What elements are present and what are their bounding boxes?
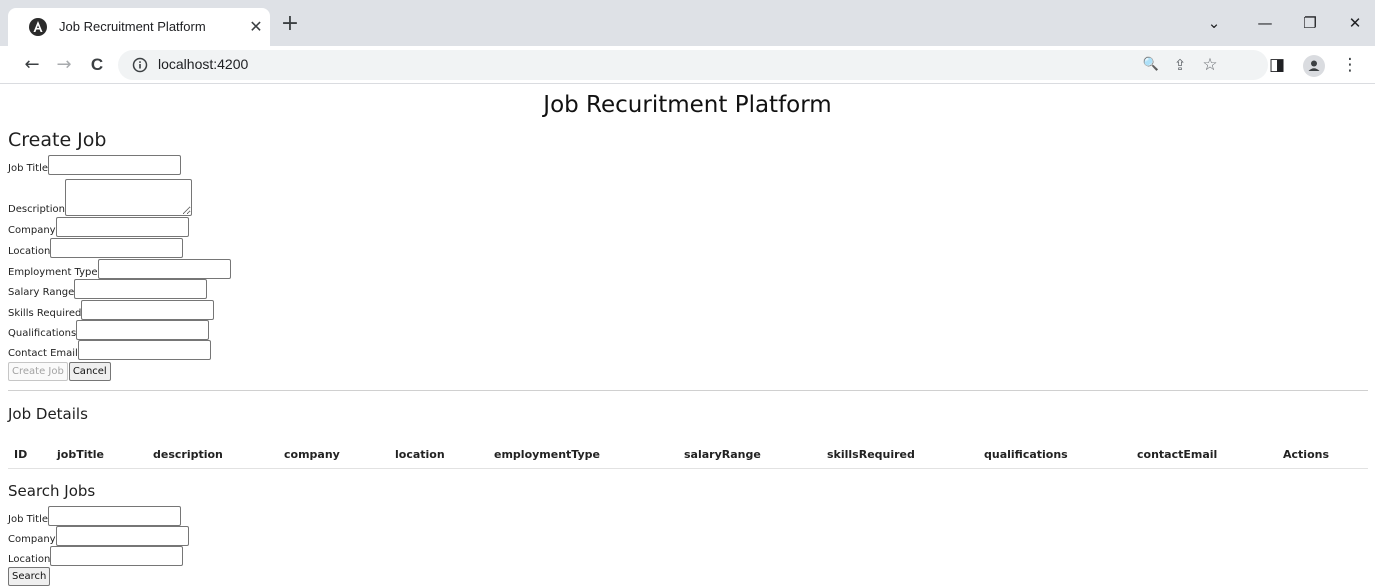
description-row: Description <box>8 175 192 216</box>
salary-range-input[interactable] <box>74 279 208 299</box>
search-company-input[interactable] <box>55 526 189 546</box>
zoom-icon[interactable]: 🔍 <box>1141 55 1161 75</box>
person-icon <box>1308 60 1320 71</box>
column-header-company: company <box>284 448 340 461</box>
search-location-label: Location <box>8 554 51 565</box>
tab-search-icon[interactable]: ⌄ <box>1202 12 1226 34</box>
angular-icon <box>29 18 47 36</box>
column-header-contactemail: contactEmail <box>1137 448 1218 461</box>
column-header-salaryrange: salaryRange <box>684 448 761 461</box>
create-job-button[interactable]: Create Job <box>8 362 68 381</box>
address-bar[interactable]: localhost:4200 <box>118 50 1268 80</box>
column-header-qualifications: qualifications <box>984 448 1068 461</box>
column-header-jobtitle: jobTitle <box>57 448 104 461</box>
contact-email-label: Contact Email <box>8 348 78 359</box>
search-location-input[interactable] <box>50 546 184 566</box>
location-input[interactable] <box>50 238 184 258</box>
location-row: Location <box>8 238 184 258</box>
search-company-label: Company <box>8 534 56 545</box>
url-text: localhost:4200 <box>158 56 249 72</box>
new-tab-button[interactable]: + <box>279 13 301 35</box>
company-row: Company <box>8 217 189 237</box>
tab-close-icon[interactable]: ✕ <box>246 17 266 37</box>
contact-email-input[interactable] <box>77 340 211 360</box>
contact-email-row: Contact Email <box>8 340 211 360</box>
skills-required-label: Skills Required <box>8 308 82 319</box>
column-header-location: location <box>395 448 445 461</box>
share-icon[interactable]: ⇪ <box>1170 55 1190 75</box>
company-input[interactable] <box>55 217 189 237</box>
qualifications-label: Qualifications <box>8 328 77 339</box>
profile-avatar-icon[interactable] <box>1303 55 1325 77</box>
browser-menu-icon[interactable]: ⋮ <box>1340 55 1360 75</box>
page-content: Job Recuritment Platform Create Job Job … <box>0 85 1375 586</box>
salary-range-row: Salary Range <box>8 279 208 299</box>
forward-icon[interactable]: → <box>52 53 76 77</box>
job-title-row: Job Title <box>8 155 182 175</box>
page-title: Job Recuritment Platform <box>543 92 832 118</box>
search-jobs-heading: Search Jobs <box>8 482 96 500</box>
search-job-title-label: Job Title <box>8 514 49 525</box>
create-job-heading: Create Job <box>8 129 107 151</box>
search-button[interactable]: Search <box>8 567 51 586</box>
location-label: Location <box>8 246 51 257</box>
browser-toolbar: ← → C localhost:4200 🔍 ⇪ ☆ ◨ ⋮ <box>0 46 1375 84</box>
job-details-heading: Job Details <box>8 405 88 423</box>
qualifications-input[interactable] <box>76 320 210 340</box>
description-label: Description <box>8 204 65 215</box>
skills-required-input[interactable] <box>81 300 215 320</box>
section-divider <box>8 390 1368 391</box>
column-header-employmenttype: employmentType <box>494 448 601 461</box>
table-bottom-border <box>8 468 1368 469</box>
search-location-row: Location <box>8 546 184 566</box>
employment-type-label: Employment Type <box>8 267 98 278</box>
column-header-skillsrequired: skillsRequired <box>827 448 915 461</box>
create-job-actions: Create Job Cancel <box>8 361 112 381</box>
description-textarea[interactable] <box>64 179 192 216</box>
minimize-icon[interactable]: — <box>1253 12 1277 34</box>
search-actions: Search <box>8 566 51 586</box>
column-header-actions: Actions <box>1283 448 1329 461</box>
job-title-input[interactable] <box>48 155 182 175</box>
employment-type-input[interactable] <box>97 259 231 279</box>
site-info-icon[interactable] <box>132 57 148 73</box>
cancel-button[interactable]: Cancel <box>68 362 111 381</box>
reload-icon[interactable]: C <box>85 53 109 77</box>
browser-tab[interactable]: Job Recruitment Platform ✕ <box>8 8 270 46</box>
side-panel-icon[interactable]: ◨ <box>1267 55 1287 75</box>
back-icon[interactable]: ← <box>20 53 44 77</box>
column-header-description: description <box>153 448 223 461</box>
search-job-title-row: Job Title <box>8 506 182 526</box>
salary-range-label: Salary Range <box>8 287 75 298</box>
column-header-id: ID <box>14 448 28 461</box>
window-close-icon[interactable]: ✕ <box>1343 12 1367 34</box>
tab-title: Job Recruitment Platform <box>59 19 206 34</box>
search-company-row: Company <box>8 526 189 546</box>
skills-required-row: Skills Required <box>8 300 215 320</box>
browser-tab-bar: Job Recruitment Platform ✕ + ⌄ — ❐ ✕ <box>0 0 1375 46</box>
restore-icon[interactable]: ❐ <box>1298 12 1322 34</box>
company-label: Company <box>8 225 56 236</box>
job-title-label: Job Title <box>8 163 49 174</box>
employment-type-row: Employment Type <box>8 259 231 279</box>
search-job-title-input[interactable] <box>48 506 182 526</box>
qualifications-row: Qualifications <box>8 320 210 340</box>
bookmark-star-icon[interactable]: ☆ <box>1200 55 1220 75</box>
